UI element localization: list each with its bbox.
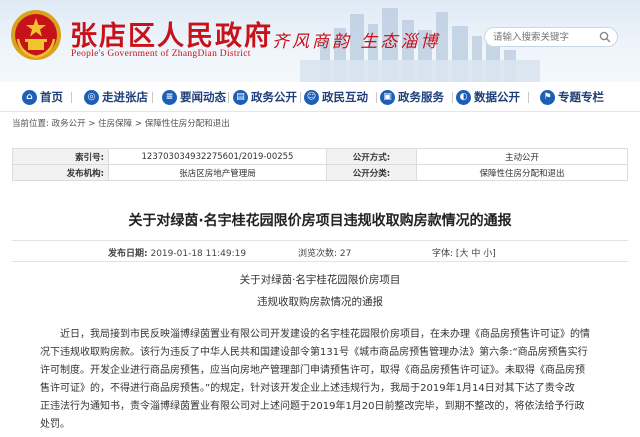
search-box [484,27,618,47]
body-line: 近日，我局接到市民反映淄博绿茵置业有限公司开发建设的名宇桂花园限价房项目，在未办… [60,329,590,340]
nav-services-label: 政务服务 [398,90,444,104]
nav-interaction[interactable]: ☺ 政民互动 [304,88,368,106]
index-label: 索引号: [12,148,109,165]
search-input[interactable] [493,30,593,44]
nav-data[interactable]: ◐ 数据公开 [456,88,520,106]
people-icon: ☺ [304,89,319,105]
nav-open-gov[interactable]: ▤ 政务公开 [233,88,297,106]
body-line: 况下违规收取购房款。该行为违反了中华人民共和国建设部令第131号《城市商品房预售… [40,347,588,358]
nav-divider [528,92,529,103]
nav-divider [152,92,153,103]
index-value: 123703034932275601/2019-00255 [108,148,327,165]
nav-divider [71,92,72,103]
home-icon: ⌂ [22,89,37,105]
chart-icon: ◐ [456,89,471,105]
breadcrumb-current-label: 当前位置 [12,119,47,129]
search-icon[interactable] [599,31,611,43]
article-meta-bar: 发布日期: 2019-01-18 11:49:19 浏览次数: 27 字体: [… [12,240,628,262]
news-icon: ≡ [162,89,177,105]
article-subtitle-line-2: 违规收取购房款情况的通报 [257,296,383,308]
view-count-value: 27 [339,249,352,259]
page: 张店区人民政府 People's Government of ZhangDian… [0,0,640,437]
nav-topics[interactable]: ⚑ 专题专栏 [540,88,604,106]
view-count: 浏览次数: 27 [298,246,351,259]
issuer-value: 张店区房地产管理局 [108,164,327,181]
site-subtitle: People's Government of ZhangDian Distric… [71,49,251,59]
view-count-label: 浏览次数: [298,249,338,259]
article-body: 近日，我局接到市民反映淄博绿茵置业有限公司开发建设的名宇桂花园限价房项目，在未办… [40,326,608,434]
nav-interaction-label: 政民互动 [322,90,368,104]
scope-value: 主动公开 [416,148,628,165]
nav-divider [228,92,229,103]
slogan: 齐风商韵 生态淄博 [272,32,441,52]
body-line: 许可制度。开发企业进行商品房预售，应当向房地产管理部门申请预售许可，取得《商品房… [40,365,585,376]
document-icon: ▤ [233,89,248,105]
nav-divider [376,92,377,103]
nav-topics-label: 专题专栏 [558,90,604,104]
article-title: 关于对绿茵·名宇桂花园限价房项目违规收取购房款情况的通报 [128,213,512,229]
publish-date: 发布日期: 2019-01-18 11:49:19 [108,246,246,259]
publish-date-label: 发布日期: [108,249,148,259]
header-banner: 张店区人民政府 People's Government of ZhangDian… [0,0,640,82]
font-size-switch: 字体: [大 中 小] [432,249,496,259]
breadcrumb-housing[interactable]: 住房保障 [98,119,132,129]
nav-news-label: 要闻动态 [180,90,226,104]
nav-about-label: 走进张店 [102,90,148,104]
nav-divider [452,92,453,103]
flag-icon: ⚑ [540,89,555,105]
breadcrumb: 当前位置: 政务公开 > 住房保障 > 保障性住房分配和退出 [12,119,230,129]
compass-icon: ◎ [84,89,99,105]
scope-label: 公开方式: [326,148,417,165]
nav-divider [300,92,301,103]
nav-data-label: 数据公开 [474,90,520,104]
font-size-small[interactable]: 小 [483,249,492,259]
nav-home[interactable]: ⌂ 首页 [22,88,63,106]
body-line: 处罚。 [40,419,70,430]
font-size-large[interactable]: 大 [459,249,468,259]
issuer-label: 发布机构: [12,164,109,181]
category-label: 公开分类: [326,164,417,181]
body-line: 正违法行为通知书，责令淄博绿茵置业有限公司对上述问题于2019年1月20日前整改… [40,401,585,412]
nav-home-label: 首页 [40,90,63,104]
main-nav: ⌂ 首页 ◎ 走进张店 ≡ 要闻动态 ▤ 政务公开 ☺ 政民互动 ▣ 政务服务 [0,82,640,112]
font-size-medium[interactable]: 中 [471,249,480,259]
site-title: 张店区人民政府 [70,21,273,52]
document-meta-table: 索引号: 123703034932275601/2019-00255 公开方式:… [12,148,628,181]
font-size-label: 字体: [432,249,454,259]
publish-date-value: 2019-01-18 11:49:19 [150,249,247,259]
nav-open-gov-label: 政务公开 [251,90,297,104]
article-subtitle-line-1: 关于对绿茵·名宇桂花园限价房项目 [239,274,401,286]
category-value: 保障性住房分配和退出 [416,164,628,181]
breadcrumb-housing-allocation[interactable]: 保障性住房分配和退出 [145,119,230,129]
breadcrumb-open-gov[interactable]: 政务公开 [52,119,86,129]
briefcase-icon: ▣ [380,89,395,105]
nav-services[interactable]: ▣ 政务服务 [380,88,444,106]
nav-about[interactable]: ◎ 走进张店 [84,88,148,106]
nav-news[interactable]: ≡ 要闻动态 [162,88,226,106]
body-line: 售许可证》的，不得进行商品房预售。”的规定，针对该开发企业上述违规行为，我局于2… [40,383,575,394]
national-emblem-icon [11,10,61,60]
